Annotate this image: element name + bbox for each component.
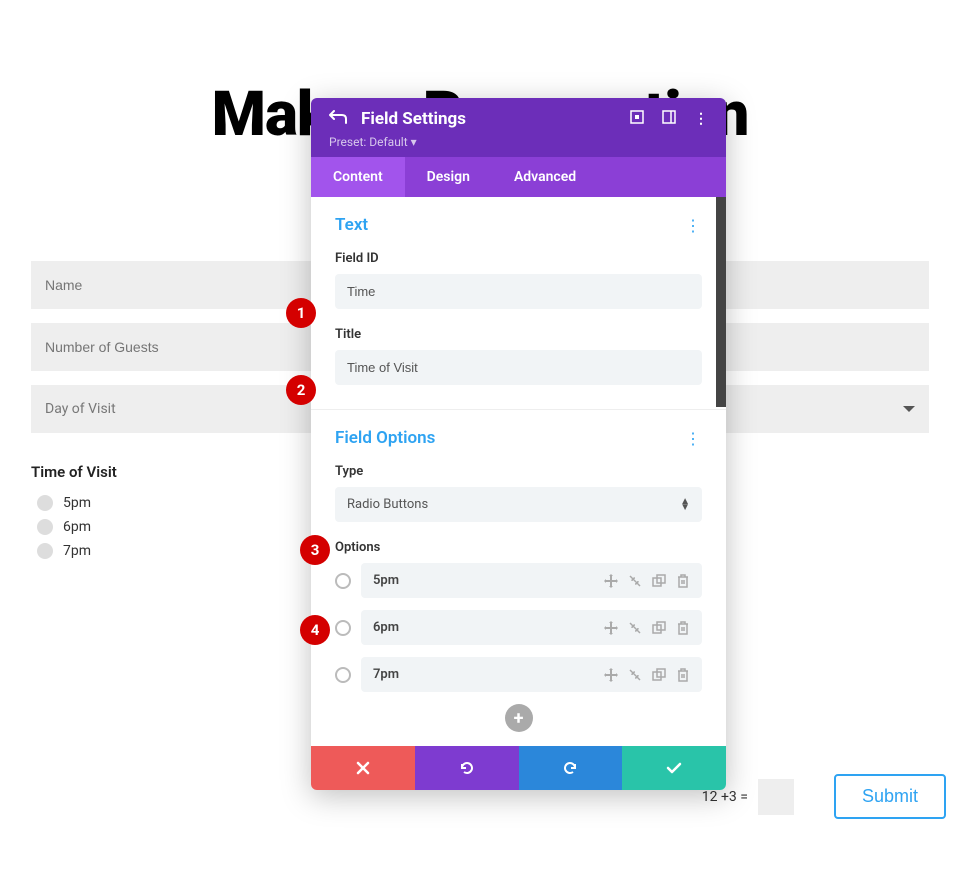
- section-text: Text ⋮ Field ID Title: [311, 197, 726, 410]
- title-input[interactable]: [335, 350, 702, 385]
- option-row-6pm: 6pm: [335, 610, 702, 645]
- link-icon[interactable]: [628, 668, 642, 682]
- move-icon[interactable]: [604, 574, 618, 588]
- move-icon[interactable]: [604, 668, 618, 682]
- day-select-label: Day of Visit: [45, 401, 116, 417]
- title-label: Title: [335, 327, 702, 342]
- undo-button[interactable]: [415, 746, 519, 790]
- callout-badge-2: 2: [286, 375, 316, 405]
- option-input[interactable]: 6pm: [361, 610, 702, 645]
- chevron-down-icon: [903, 406, 915, 412]
- tab-content[interactable]: Content: [311, 157, 405, 197]
- kebab-icon[interactable]: ⋮: [694, 111, 708, 127]
- captcha-row: 12 +3 = Submit: [702, 774, 946, 819]
- radio-icon[interactable]: [335, 573, 351, 589]
- section-menu-icon[interactable]: ⋮: [685, 429, 702, 448]
- panel-header: Field Settings ⋮ Preset: Default ▾: [311, 98, 726, 157]
- radio-label: 7pm: [63, 543, 91, 559]
- duplicate-icon[interactable]: [652, 574, 666, 588]
- type-select[interactable]: Radio Buttons ▲▼: [335, 487, 702, 522]
- captcha-input[interactable]: [758, 779, 794, 815]
- trash-icon[interactable]: [676, 668, 690, 682]
- field-settings-panel: Field Settings ⋮ Preset: Default ▾ Conte…: [311, 98, 726, 790]
- panel-footer: [311, 746, 726, 790]
- save-button[interactable]: [622, 746, 726, 790]
- option-value: 7pm: [373, 667, 399, 682]
- options-label: Options: [335, 540, 702, 555]
- callout-badge-3: 3: [300, 535, 330, 565]
- cancel-button[interactable]: [311, 746, 415, 790]
- option-row-5pm: 5pm: [335, 563, 702, 598]
- radio-label: 6pm: [63, 519, 91, 535]
- callout-badge-4: 4: [300, 615, 330, 645]
- redo-button[interactable]: [519, 746, 623, 790]
- trash-icon[interactable]: [676, 574, 690, 588]
- section-title-text: Text: [335, 215, 368, 235]
- callout-badge-1: 1: [286, 298, 316, 328]
- section-field-options: Field Options ⋮ Type Radio Buttons ▲▼ Op…: [311, 410, 726, 746]
- radio-icon: [37, 495, 53, 511]
- radio-icon[interactable]: [335, 667, 351, 683]
- settings-tabs: Content Design Advanced: [311, 157, 726, 197]
- radio-icon[interactable]: [335, 620, 351, 636]
- trash-icon[interactable]: [676, 621, 690, 635]
- scrollbar[interactable]: [716, 197, 726, 407]
- preset-selector[interactable]: Preset: Default ▾: [329, 135, 708, 149]
- add-option-button[interactable]: +: [505, 704, 533, 732]
- link-icon[interactable]: [628, 621, 642, 635]
- tab-design[interactable]: Design: [405, 157, 492, 197]
- panel-title: Field Settings: [361, 109, 466, 129]
- option-value: 5pm: [373, 573, 399, 588]
- section-title-field-options: Field Options: [335, 428, 435, 448]
- panel-body: Text ⋮ Field ID Title Field Options ⋮ Ty…: [311, 197, 726, 746]
- type-value: Radio Buttons: [347, 497, 428, 512]
- back-icon[interactable]: [329, 108, 347, 129]
- option-input[interactable]: 5pm: [361, 563, 702, 598]
- duplicate-icon[interactable]: [652, 621, 666, 635]
- tab-advanced[interactable]: Advanced: [492, 157, 598, 197]
- field-id-input[interactable]: [335, 274, 702, 309]
- option-input[interactable]: 7pm: [361, 657, 702, 692]
- option-value: 6pm: [373, 620, 399, 635]
- field-id-label: Field ID: [335, 251, 702, 266]
- expand-icon[interactable]: [630, 110, 644, 128]
- radio-label: 5pm: [63, 495, 91, 511]
- radio-icon: [37, 519, 53, 535]
- sort-icon: ▲▼: [680, 499, 690, 511]
- submit-button[interactable]: Submit: [834, 774, 946, 819]
- captcha-label: 12 +3 =: [702, 789, 748, 805]
- type-label: Type: [335, 464, 702, 479]
- link-icon[interactable]: [628, 574, 642, 588]
- duplicate-icon[interactable]: [652, 668, 666, 682]
- option-row-7pm: 7pm: [335, 657, 702, 692]
- move-icon[interactable]: [604, 621, 618, 635]
- section-menu-icon[interactable]: ⋮: [685, 216, 702, 235]
- sidebar-toggle-icon[interactable]: [662, 110, 676, 128]
- chevron-down-icon: ▾: [411, 135, 417, 149]
- radio-icon: [37, 543, 53, 559]
